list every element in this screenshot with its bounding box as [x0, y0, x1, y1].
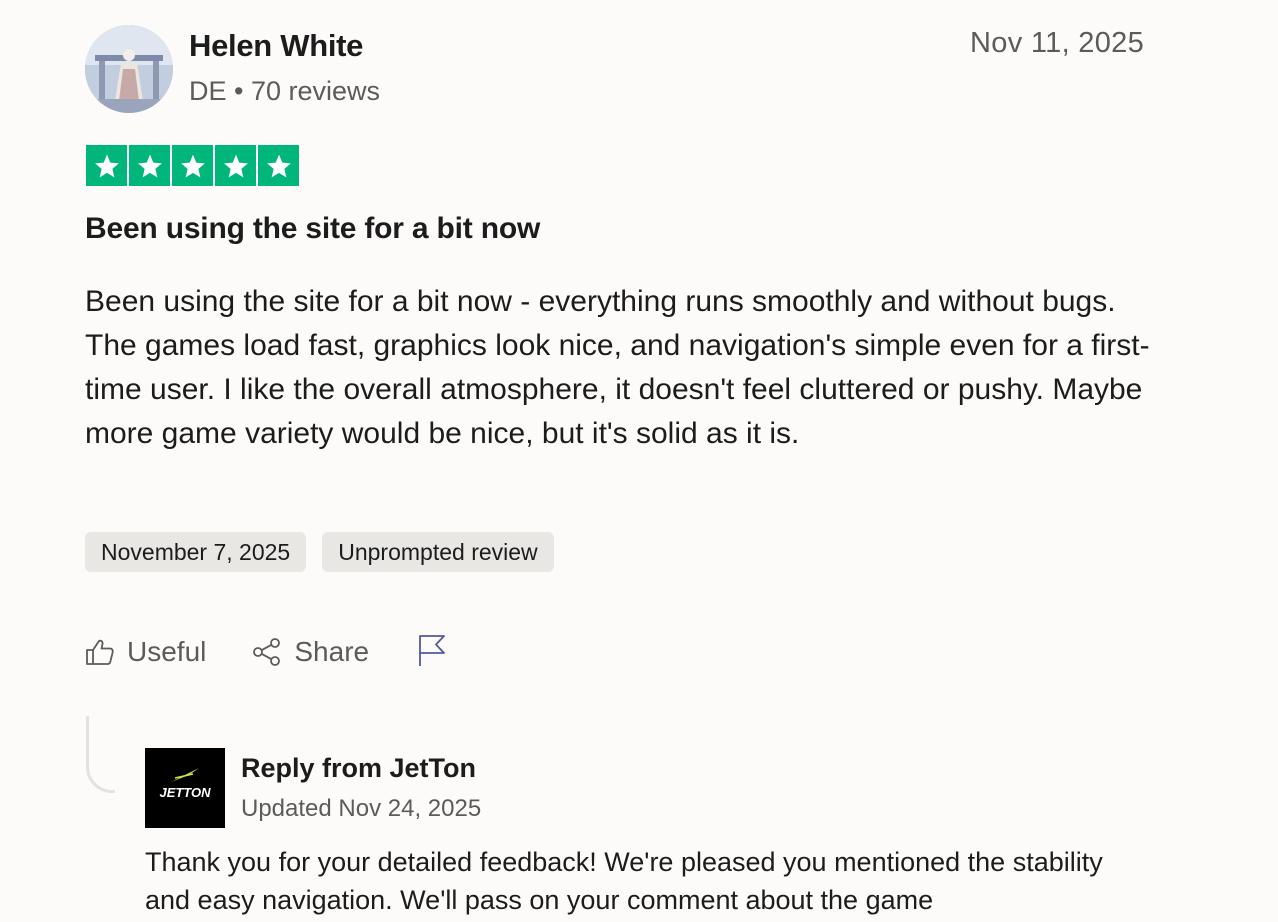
review-title[interactable]: Been using the site for a bit now — [85, 209, 540, 249]
star-icon — [258, 145, 299, 186]
jetton-logo-icon: JETTON — [145, 748, 225, 828]
review-actions: Useful Share — [85, 630, 447, 674]
reply-title: Reply from JetTon — [241, 753, 477, 783]
star-rating — [86, 145, 299, 186]
reply-updated-date: Updated Nov 24, 2025 — [241, 795, 482, 822]
share-label: Share — [294, 636, 370, 667]
review-card: Helen White DE • 70 reviews Nov 11, 2025… — [0, 0, 1278, 922]
experience-date-tag: November 7, 2025 — [85, 532, 307, 572]
reply-body: Thank you for your detailed feedback! We… — [145, 847, 1103, 915]
review-date: Nov 11, 2025 — [970, 27, 1144, 59]
logo-text: JETTON — [159, 785, 211, 800]
author-name[interactable]: Helen White — [189, 27, 363, 65]
share-button[interactable]: Share — [252, 636, 369, 668]
star-icon — [129, 145, 170, 186]
star-icon — [86, 145, 127, 186]
useful-button[interactable]: Useful — [85, 636, 206, 668]
author-meta: DE • 70 reviews — [189, 73, 380, 109]
avatar-image — [85, 25, 173, 113]
flag-icon — [419, 634, 445, 666]
author-review-count: 70 reviews — [251, 76, 381, 106]
star-icon — [215, 145, 256, 186]
reply-connector — [86, 716, 115, 793]
unprompted-review-tag[interactable]: Unprompted review — [322, 532, 554, 572]
author-country: DE — [189, 76, 227, 106]
useful-label: Useful — [127, 636, 207, 667]
review-tags: November 7, 2025 Unprompted review — [85, 532, 554, 572]
company-logo: JETTON — [145, 748, 225, 828]
meta-separator: • — [234, 76, 244, 106]
thumbs-up-icon — [86, 639, 114, 665]
review-body: Been using the site for a bit now - ever… — [85, 285, 1150, 450]
report-button[interactable] — [417, 633, 447, 672]
share-icon — [253, 638, 281, 666]
star-icon — [172, 145, 213, 186]
avatar[interactable] — [85, 25, 173, 113]
